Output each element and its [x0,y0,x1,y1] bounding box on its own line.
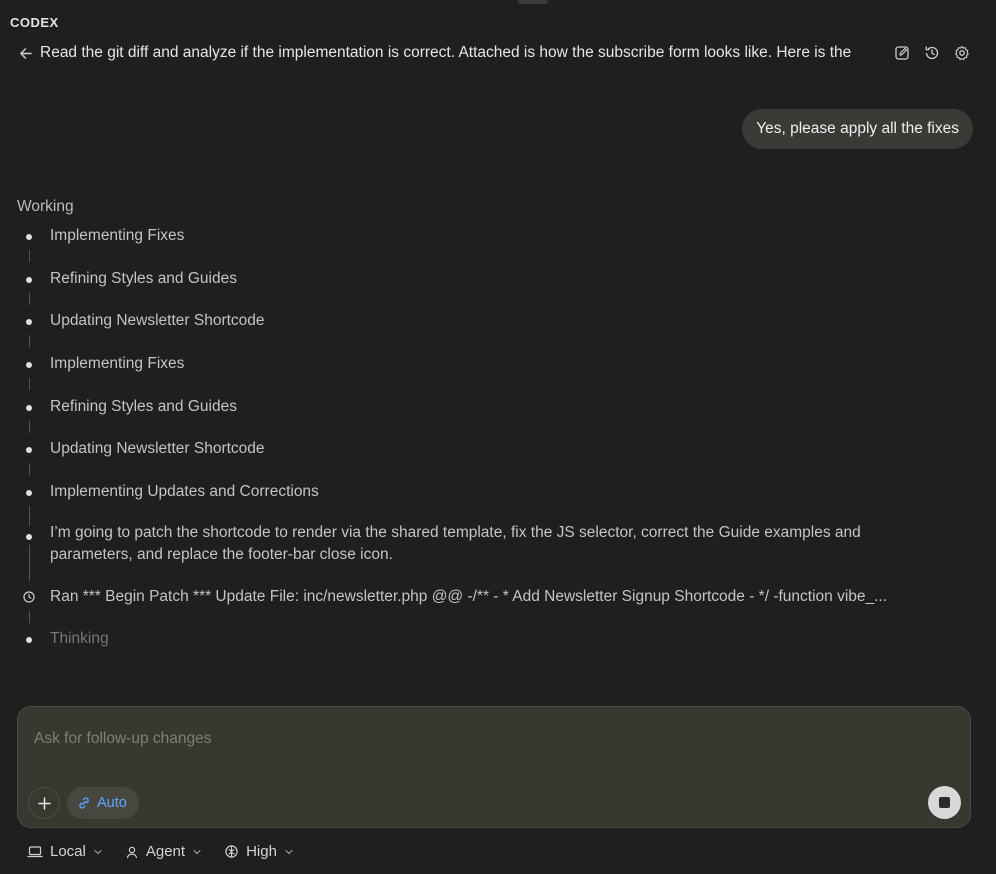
history-button[interactable] [922,43,942,63]
timeline-connector [28,611,30,623]
timeline-connector [28,506,30,526]
user-message-bubble: Yes, please apply all the fixes [742,109,973,149]
brain-icon [225,845,238,858]
working-status: Working [17,198,74,215]
timeline-connector [28,335,30,347]
plus-icon [37,796,51,810]
reasoning-selector[interactable]: High [224,843,294,860]
bullet-dot [26,637,32,643]
step-text: Implementing Updates and Corrections [50,483,319,500]
thread-title: Read the git diff and analyze if the imp… [40,44,852,61]
follow-up-input[interactable] [32,729,916,749]
gear-icon [955,45,969,61]
step-text: Refining Styles and Guides [50,270,237,287]
window-drag-handle[interactable] [518,0,548,4]
composer: Auto [17,706,971,828]
bullet-dot [26,490,32,496]
settings-button[interactable] [952,43,972,63]
composer-footer: Local Agent High [27,843,294,860]
stop-button[interactable] [928,786,961,819]
timeline-connector [28,378,30,390]
step-text: Implementing Fixes [50,227,185,244]
timeline-connector [28,250,30,262]
app-title: CODEX [10,15,59,30]
reasoning-label: High [246,843,277,860]
bullet-dot [26,234,32,240]
link-icon [79,797,89,809]
chevron-down-icon [94,849,102,854]
new-chat-button[interactable] [892,43,912,63]
step-text: Updating Newsletter Shortcode [50,440,265,457]
agent-icon [126,846,137,858]
bullet-dot [26,447,32,453]
stop-icon [939,797,950,808]
add-attachment-button[interactable] [28,787,60,819]
bullet-dot [26,319,32,325]
auto-mode-label: Auto [97,795,127,811]
timeline-connector [28,463,30,475]
chevron-down-icon [285,849,293,854]
clock-icon [23,591,35,603]
chevron-down-icon [193,849,201,854]
step-text: Implementing Fixes [50,355,185,372]
step-text: I’m going to patch the shortcode to rend… [50,524,861,563]
bullet-dot [26,277,32,283]
bullet-dot [26,534,32,540]
edit-icon [895,46,909,60]
location-label: Local [50,843,86,860]
timeline-connector [28,421,30,433]
history-icon [925,46,939,60]
agent-selector[interactable]: Agent [125,843,202,860]
location-selector[interactable]: Local [27,843,103,860]
timeline-connector [28,545,30,581]
agent-label: Agent [145,843,186,860]
step-text: Thinking [50,630,109,647]
back-arrow-icon [19,47,32,59]
thread-header: Read the git diff and analyze if the imp… [16,40,980,66]
laptop-icon [27,845,43,857]
command-text: Ran *** Begin Patch *** Update File: inc… [50,588,888,605]
back-button[interactable] [16,44,34,62]
timeline-connector [28,293,30,305]
step-text: Updating Newsletter Shortcode [50,312,265,329]
bullet-dot [26,362,32,368]
step-text: Refining Styles and Guides [50,398,237,415]
header-actions [892,43,972,63]
auto-mode-button[interactable]: Auto [67,787,139,819]
bullet-dot [26,405,32,411]
